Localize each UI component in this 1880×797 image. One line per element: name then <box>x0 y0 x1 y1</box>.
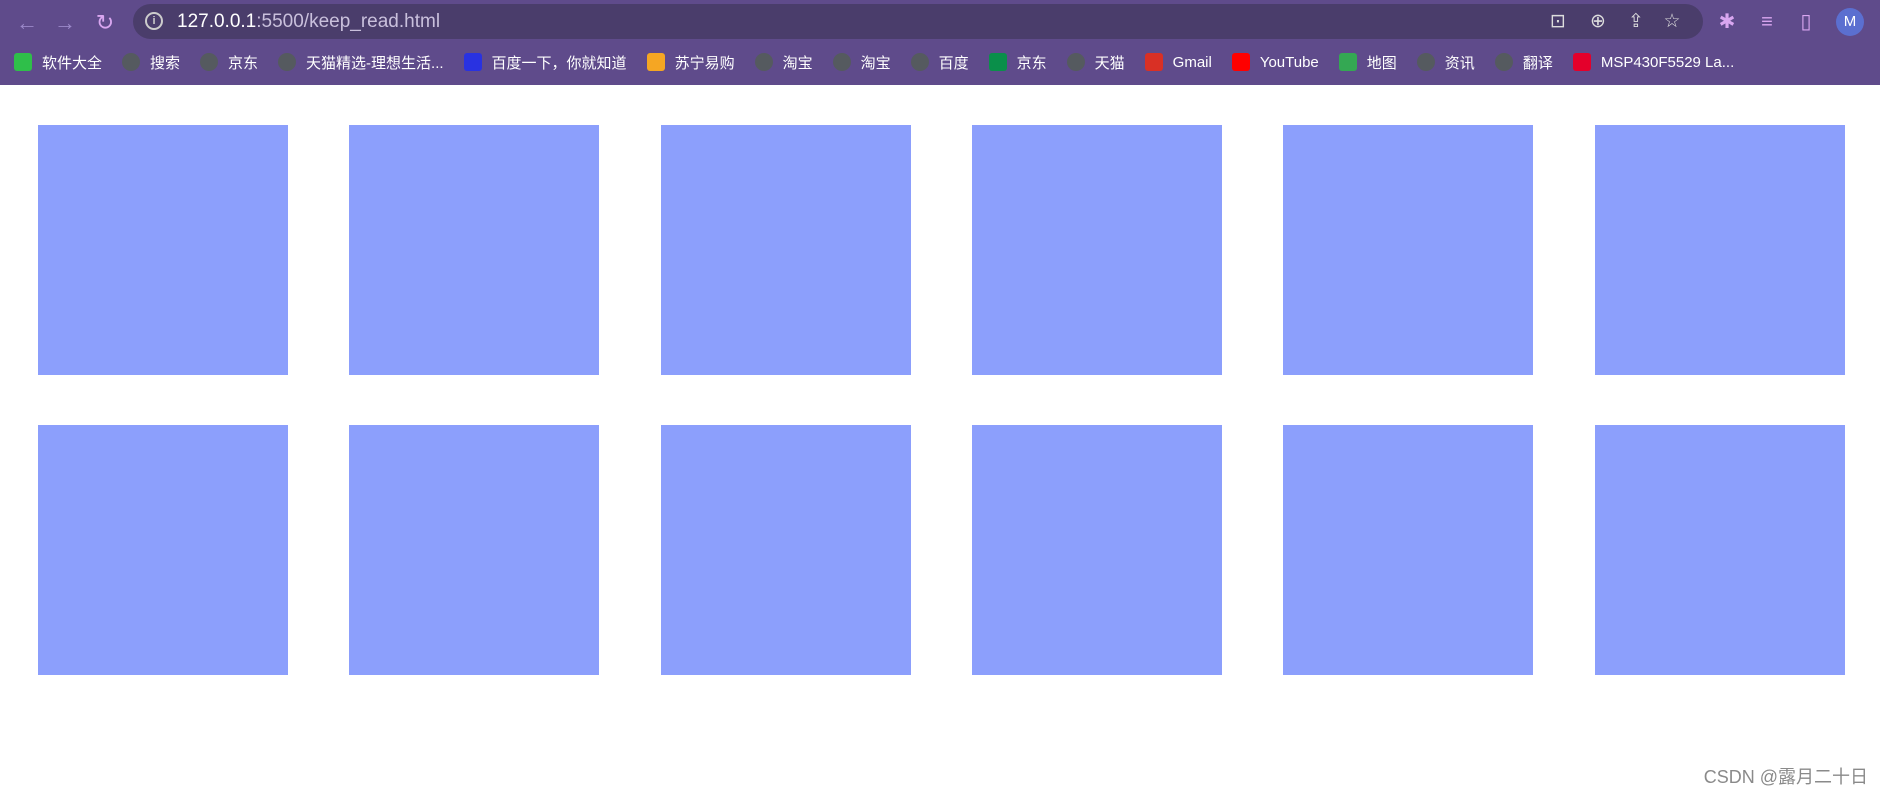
blue-box <box>349 125 599 375</box>
blue-box <box>1283 425 1533 675</box>
url-path: :5500/keep_read.html <box>256 11 441 32</box>
bookmark-label: 天猫 <box>1094 54 1125 72</box>
star-icon[interactable]: ☆ <box>1660 10 1684 34</box>
globe-icon <box>910 53 929 71</box>
blue-box <box>1595 425 1845 675</box>
globe-icon <box>754 53 773 71</box>
bookmark-item[interactable]: 淘宝 <box>754 52 813 73</box>
url-host: 127.0.0.1 <box>177 11 257 32</box>
reload-button[interactable]: ↻ <box>90 8 120 38</box>
bookmark-label: 淘宝 <box>860 54 891 72</box>
bookmark-item[interactable]: 淘宝 <box>832 52 891 73</box>
bookmark-item[interactable]: Gmail <box>1144 53 1212 71</box>
bookmark-label: 百度一下，你就知道 <box>491 54 627 72</box>
bookmark-label: Gmail <box>1172 53 1212 71</box>
suning-icon <box>646 53 665 71</box>
blue-box <box>972 125 1222 375</box>
globe-icon <box>832 53 851 71</box>
baidu-icon <box>463 53 482 71</box>
globe-icon <box>278 53 297 71</box>
back-button[interactable]: ← <box>12 8 42 38</box>
bookmark-label: 地图 <box>1366 54 1397 72</box>
bookmark-item[interactable]: 天猫精选-理想生活... <box>278 52 444 73</box>
bookmark-item[interactable]: 资讯 <box>1416 52 1475 73</box>
share-icon[interactable]: ⇪ <box>1624 10 1648 34</box>
bookmark-item[interactable]: 京东 <box>200 52 258 73</box>
ti-icon <box>1572 53 1591 71</box>
browser-toolbar: ← → ↻ i 127.0.0.1:5500/keep_read.html ⊡ … <box>0 0 1880 85</box>
avatar[interactable]: M <box>1836 8 1864 36</box>
blue-box <box>38 125 288 375</box>
translate-icon[interactable]: ⊡ <box>1546 10 1570 34</box>
bookmark-label: 软件大全 <box>42 54 103 72</box>
arrow-left-icon: ← <box>16 10 38 35</box>
blue-box <box>972 425 1222 675</box>
zoom-icon[interactable]: ⊕ <box>1586 10 1610 34</box>
bookmark-label: MSP430F5529 La... <box>1600 53 1735 71</box>
bookmark-label: 天猫精选-理想生活... <box>306 54 444 72</box>
bookmark-label: 翻译 <box>1522 54 1553 72</box>
bookmark-label: YouTube <box>1259 53 1319 71</box>
blue-box <box>38 425 288 675</box>
globe-icon <box>122 53 141 71</box>
info-icon[interactable]: i <box>145 12 163 30</box>
blue-box <box>661 425 911 675</box>
download-icon <box>14 53 32 71</box>
forward-button[interactable]: → <box>50 8 80 38</box>
side-panel-icon[interactable]: ▯ <box>1793 9 1819 35</box>
bookmark-item[interactable]: MSP430F5529 La... <box>1572 53 1735 71</box>
extensions-icon[interactable]: ✱ <box>1714 9 1740 35</box>
jd-icon <box>988 53 1007 71</box>
globe-icon <box>1416 53 1435 71</box>
bookmark-item[interactable]: 苏宁易购 <box>646 52 735 73</box>
watermark: CSDN @露月二十日 <box>1703 767 1868 787</box>
bookmark-item[interactable]: 软件大全 <box>14 52 102 73</box>
bookmark-label: 京东 <box>1016 54 1047 72</box>
reload-icon: ↻ <box>95 10 115 35</box>
bookmark-item[interactable]: 百度一下，你就知道 <box>463 52 627 73</box>
blue-box <box>661 125 911 375</box>
bookmark-item[interactable]: 地图 <box>1338 52 1397 73</box>
address-bar[interactable]: i 127.0.0.1:5500/keep_read.html ⊡ ⊕ ⇪ ☆ <box>133 4 1703 39</box>
bookmark-item[interactable]: 搜索 <box>122 52 180 73</box>
bookmark-item[interactable]: 天猫 <box>1066 52 1125 73</box>
bookmark-item[interactable]: 京东 <box>988 52 1047 73</box>
youtube-icon <box>1231 53 1250 71</box>
globe-icon <box>1494 53 1513 71</box>
bookmark-label: 百度 <box>938 54 969 72</box>
bookmark-item[interactable]: 翻译 <box>1494 52 1553 73</box>
blue-box <box>1595 125 1845 375</box>
bookmark-label: 京东 <box>228 54 259 72</box>
reading-list-icon[interactable]: ≡ <box>1754 9 1780 35</box>
maps-icon <box>1338 53 1357 71</box>
blue-box <box>1283 125 1533 375</box>
gmail-icon <box>1144 53 1163 71</box>
arrow-right-icon: → <box>54 10 76 35</box>
bookmark-label: 淘宝 <box>782 54 813 72</box>
globe-icon <box>1066 53 1085 71</box>
bookmark-label: 资讯 <box>1444 54 1475 72</box>
bookmark-item[interactable]: 百度 <box>910 52 969 73</box>
url-text: 127.0.0.1:5500/keep_read.html <box>177 11 440 33</box>
bookmark-label: 搜索 <box>150 54 181 72</box>
globe-icon <box>200 53 219 71</box>
bookmarks-bar: 软件大全 搜索 京东 天猫精选-理想生活... 百度一下，你就知道 苏宁易购 淘宝 淘宝 百度 京… <box>14 50 1754 74</box>
bookmark-item[interactable]: YouTube <box>1231 53 1319 71</box>
blue-box <box>349 425 599 675</box>
bookmark-label: 苏宁易购 <box>674 54 735 72</box>
